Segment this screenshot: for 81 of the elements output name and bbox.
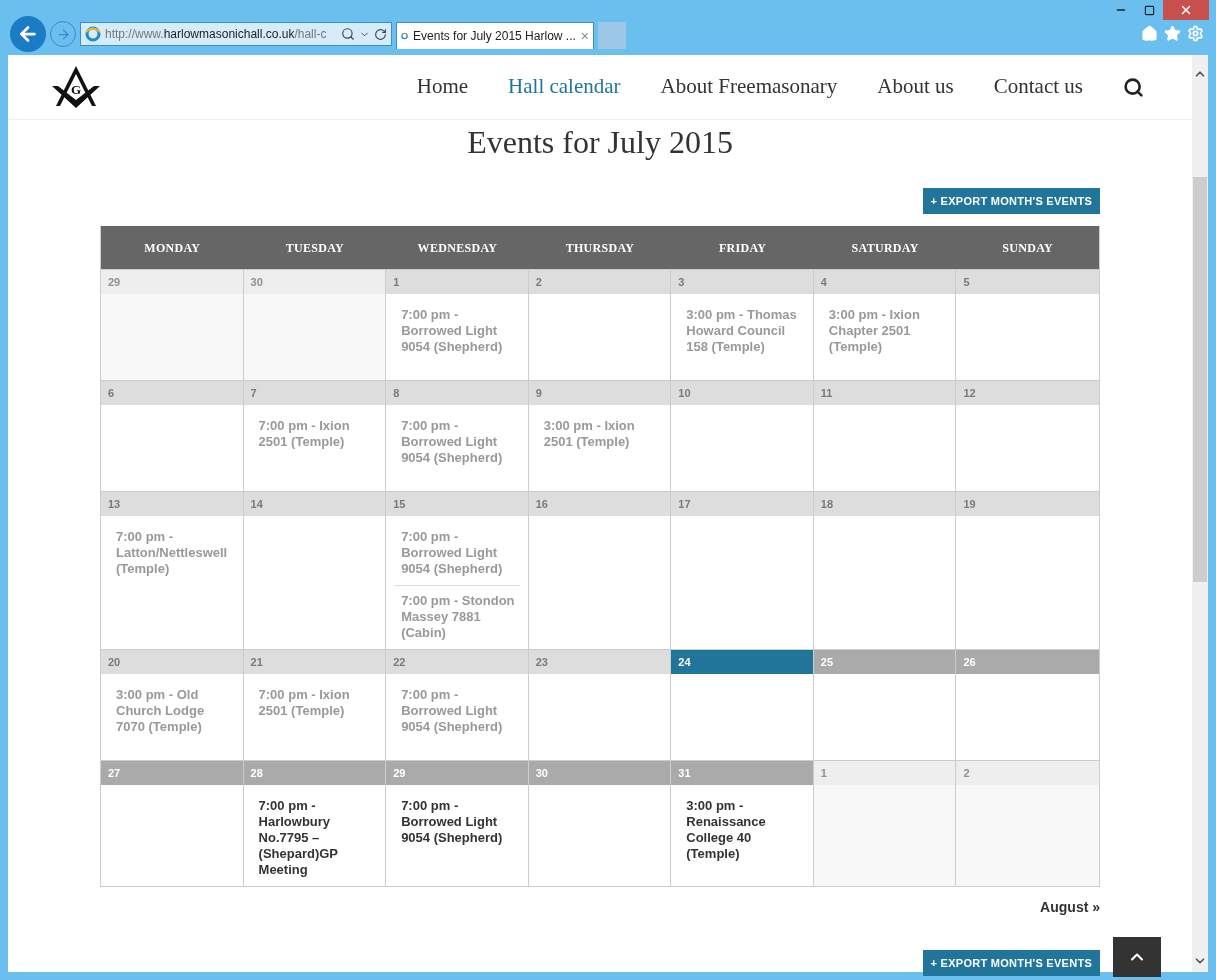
- event-link[interactable]: 7:00 pm - Latton/Nettleswell (Temple): [109, 529, 235, 577]
- event-link[interactable]: 7:00 pm - Borrowed Light 9054 (Shepherd): [394, 687, 520, 735]
- weekday-header: SUNDAY: [1001, 239, 1055, 257]
- date-bar: 8: [386, 381, 528, 405]
- event-link[interactable]: 7:00 pm - Harlowbury No.7795 – (Shepard)GP Meeting: [251, 798, 378, 878]
- date-bar: 20: [101, 650, 243, 674]
- date-bar: 31: [671, 761, 813, 785]
- weekday-header: THURSDAY: [564, 239, 636, 257]
- date-bar: 6: [101, 381, 243, 405]
- date-bar: 27: [101, 761, 243, 785]
- date-bar: 16: [528, 492, 671, 516]
- export-button[interactable]: + EXPORT MONTH'S EVENTS: [922, 950, 1100, 976]
- close-icon: [1179, 3, 1193, 17]
- date-bar: 18: [813, 492, 956, 516]
- address-text: http://www.harlowmasonichall.co.uk/hall-c: [105, 26, 328, 43]
- nav-link[interactable]: Home: [416, 71, 469, 103]
- tab-close-button[interactable]: ×: [580, 25, 589, 47]
- nav-link[interactable]: Hall calendar: [508, 71, 621, 103]
- date-bar: 15: [386, 492, 528, 516]
- date-bar: 3: [671, 270, 813, 294]
- next-month-link[interactable]: August »: [1040, 897, 1100, 918]
- date-bar: 5: [956, 270, 1099, 294]
- address-field[interactable]: http://www.harlowmasonichall.co.uk/hall-c: [80, 22, 392, 46]
- event-link[interactable]: 7:00 pm - Borrowed Light 9054 (Shepherd): [394, 418, 520, 466]
- event-link[interactable]: 3:00 pm - Ixion Chapter 2501 (Temple): [821, 307, 948, 355]
- date-bar: 29: [101, 270, 243, 294]
- search-icon[interactable]: [341, 27, 355, 41]
- date-bar: 2: [528, 270, 671, 294]
- browser-tab[interactable]: Events for July 2015 Harlow ... ×: [396, 22, 594, 49]
- weekday-header: SATURDAY: [850, 239, 920, 257]
- search-icon[interactable]: [1123, 76, 1144, 98]
- date-bar: 4: [813, 270, 956, 294]
- scrollbar-thumb[interactable]: [1193, 177, 1207, 582]
- date-bar: 22: [386, 650, 528, 674]
- event-link[interactable]: 7:00 pm - Ixion 2501 (Temple): [251, 418, 378, 450]
- export-button[interactable]: + EXPORT MONTH'S EVENTS: [922, 188, 1100, 214]
- date-bar: 1: [813, 761, 956, 785]
- date-bar: 2: [956, 761, 1099, 785]
- date-bar: 30: [243, 270, 386, 294]
- weekday-header: TUESDAY: [284, 239, 346, 257]
- event-link[interactable]: 3:00 pm - Renaissance College 40 (Temple): [679, 798, 805, 862]
- nav-link[interactable]: Contact us: [993, 71, 1083, 103]
- refresh-icon[interactable]: [374, 27, 387, 41]
- page-title: Events for July 2015: [466, 123, 734, 162]
- event-link[interactable]: 7:00 pm - Borrowed Light 9054 (Shepherd): [394, 529, 520, 577]
- tab-title: Events for July 2015 Harlow ...: [413, 28, 576, 45]
- back-to-top-button[interactable]: [1113, 937, 1161, 977]
- date-bar: 21: [243, 650, 386, 674]
- weekday-header: WEDNESDAY: [416, 239, 499, 257]
- date-bar: 28: [243, 761, 386, 785]
- maximize-icon: [1143, 4, 1155, 16]
- event-link[interactable]: 7:00 pm - Stondon Massey 7881 (Cabin): [394, 593, 520, 641]
- date-bar: 7: [243, 381, 386, 405]
- date-bar: 17: [671, 492, 813, 516]
- date-bar: 25: [813, 650, 956, 674]
- event-link[interactable]: 7:00 pm - Borrowed Light 9054 (Shepherd): [394, 307, 520, 355]
- back-button[interactable]: [10, 16, 46, 52]
- browser-logo-icon: [85, 26, 101, 42]
- event-link[interactable]: 3:00 pm - Thomas Howard Council 158 (Temple): [679, 307, 805, 355]
- event-link[interactable]: 7:00 pm - Borrowed Light 9054 (Shepherd): [394, 798, 520, 846]
- date-bar: 24: [671, 650, 813, 674]
- date-bar: 23: [528, 650, 671, 674]
- nav-link[interactable]: About us: [877, 71, 954, 103]
- date-bar: 29: [386, 761, 528, 785]
- date-bar: 14: [243, 492, 386, 516]
- nav-link[interactable]: About Freemasonary: [660, 71, 838, 103]
- event-link[interactable]: 3:00 pm - Old Church Lodge 7070 (Temple): [109, 687, 235, 735]
- date-bar: 10: [671, 381, 813, 405]
- event-link[interactable]: 7:00 pm - Ixion 2501 (Temple): [251, 687, 378, 719]
- date-bar: 11: [813, 381, 956, 405]
- date-bar: 26: [956, 650, 1099, 674]
- date-bar: 12: [956, 381, 1099, 405]
- event-link[interactable]: 3:00 pm - Ixion 2501 (Temple): [536, 418, 663, 450]
- date-bar: 9: [528, 381, 671, 405]
- weekday-header: MONDAY: [143, 239, 202, 257]
- date-bar: 19: [956, 492, 1099, 516]
- date-bar: 13: [101, 492, 243, 516]
- date-bar: 30: [528, 761, 671, 785]
- weekday-header: FRIDAY: [717, 239, 768, 257]
- scrollbar[interactable]: [1192, 55, 1208, 972]
- date-bar: 1: [386, 270, 528, 294]
